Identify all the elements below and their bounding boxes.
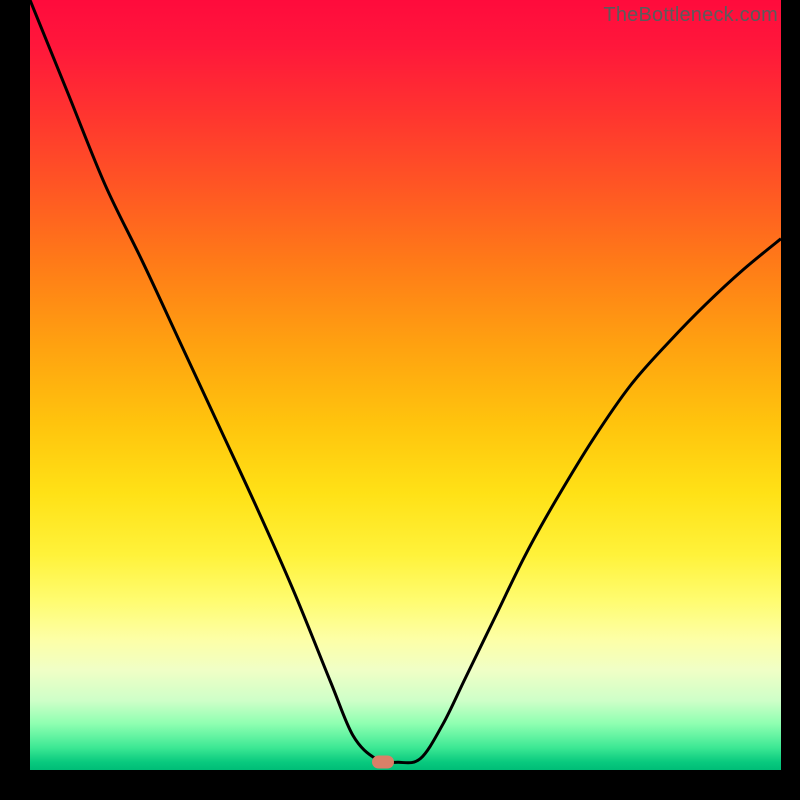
chart-frame: TheBottleneck.com	[0, 0, 800, 800]
optimum-marker	[372, 756, 394, 769]
bottleneck-curve	[30, 0, 781, 770]
watermark-label: TheBottleneck.com	[603, 4, 778, 27]
plot-area	[30, 0, 781, 770]
